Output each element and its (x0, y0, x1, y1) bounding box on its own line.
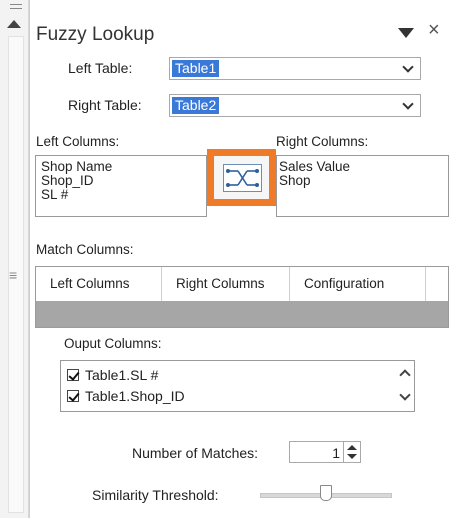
similarity-threshold-label: Similarity Threshold: (92, 487, 219, 503)
chevron-up-icon[interactable] (399, 369, 411, 381)
grid-header: Left Columns Right Columns Configuration (36, 267, 448, 301)
spin-down-icon[interactable] (347, 454, 357, 459)
output-checkbox[interactable] (67, 390, 80, 402)
chevron-down-icon[interactable] (402, 98, 414, 110)
match-columns-grid[interactable]: Left Columns Right Columns Configuration (35, 266, 449, 328)
match-columns-label: Match Columns: (36, 242, 134, 257)
close-icon[interactable]: × (428, 19, 440, 42)
right-table-value: Table2 (172, 97, 220, 114)
list-item[interactable]: Shop Name (41, 160, 112, 174)
collapse-bar-icon[interactable] (10, 4, 22, 9)
spinner-buttons (343, 442, 360, 462)
similarity-threshold-thumb[interactable] (320, 485, 332, 501)
output-item-label: Table1.SL # (85, 367, 159, 383)
list-item[interactable]: Sales Value (279, 160, 350, 174)
left-columns-list[interactable]: Shop Name Shop_ID SL # (35, 155, 207, 217)
column-mapping-button[interactable] (207, 149, 276, 206)
column-mapping-icon (223, 164, 262, 192)
chevron-down-icon[interactable] (402, 61, 414, 73)
grid-body[interactable] (36, 301, 448, 327)
number-of-matches-label: Number of Matches: (132, 445, 259, 461)
number-of-matches-spinner[interactable]: 1 (289, 441, 361, 463)
left-table-combo[interactable]: Table1 (169, 57, 421, 80)
list-item[interactable]: Shop_ID (41, 174, 94, 188)
output-columns-label: Ouput Columns: (64, 336, 162, 351)
checkmark-icon (68, 390, 80, 402)
checkmark-icon (68, 369, 80, 381)
pane-title: Fuzzy Lookup (36, 24, 155, 45)
left-table-value: Table1 (172, 60, 220, 77)
triangle-down-icon[interactable] (398, 28, 414, 38)
scroll-up-icon[interactable] (7, 20, 21, 28)
chevron-down-icon[interactable] (399, 389, 411, 401)
left-workbook-strip: ≡ (0, 0, 29, 518)
output-columns-list[interactable]: Table1.SL # Table1.Shop_ID (60, 360, 415, 412)
grid-header-left-columns[interactable]: Left Columns (36, 267, 162, 301)
splitter-grip-icon[interactable]: ≡ (9, 268, 17, 282)
output-item-label: Table1.Shop_ID (85, 388, 185, 404)
grid-header-right-columns[interactable]: Right Columns (162, 267, 290, 301)
grid-header-configuration[interactable]: Configuration (290, 267, 426, 301)
list-item[interactable]: Shop (279, 174, 311, 188)
left-columns-label: Left Columns: (36, 134, 120, 149)
spin-up-icon[interactable] (347, 445, 357, 450)
list-item[interactable]: SL # (41, 188, 68, 202)
number-of-matches-value[interactable]: 1 (332, 445, 340, 461)
right-columns-list[interactable]: Sales Value Shop (276, 155, 449, 217)
right-table-combo[interactable]: Table2 (169, 94, 421, 117)
output-checkbox[interactable] (67, 369, 80, 381)
right-columns-label: Right Columns: (276, 134, 369, 149)
left-table-label: Left Table: (68, 60, 133, 76)
right-table-label: Right Table: (68, 97, 142, 113)
